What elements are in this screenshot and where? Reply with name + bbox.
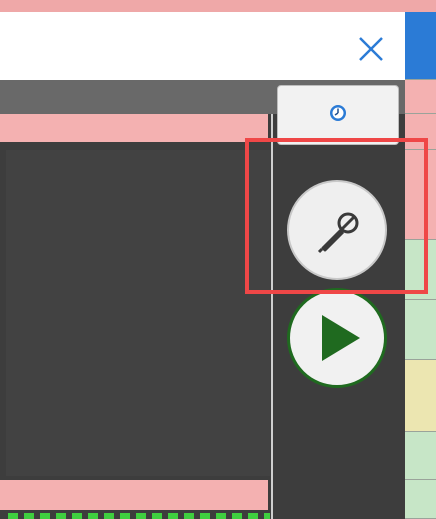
play-button[interactable] <box>287 288 387 388</box>
pink-track-band-top <box>0 114 268 142</box>
track-color-swatch <box>405 432 436 480</box>
editor-panel[interactable] <box>6 150 270 476</box>
metronome-clock-icon <box>330 105 346 121</box>
track-color-column <box>405 12 436 519</box>
track-color-swatch <box>405 114 436 150</box>
app-stage <box>0 0 436 519</box>
track-color-swatch <box>405 480 436 519</box>
top-pink-strip <box>0 0 436 12</box>
track-color-swatch <box>405 360 436 432</box>
track-color-swatch <box>405 240 436 300</box>
track-color-swatch <box>405 12 436 80</box>
close-button[interactable] <box>357 35 385 63</box>
timeline-markers <box>8 513 270 519</box>
track-color-swatch <box>405 300 436 360</box>
record-microphone-button[interactable] <box>287 180 387 280</box>
play-triangle-icon <box>322 315 360 361</box>
panel-divider[interactable] <box>271 114 273 519</box>
track-color-swatch <box>405 80 436 114</box>
close-x-icon <box>359 37 383 61</box>
track-color-swatch <box>405 150 436 240</box>
microphone-icon <box>317 212 359 254</box>
dialog-header <box>0 12 405 80</box>
pink-track-band-bottom <box>0 480 268 510</box>
metronome-button[interactable] <box>277 85 399 145</box>
